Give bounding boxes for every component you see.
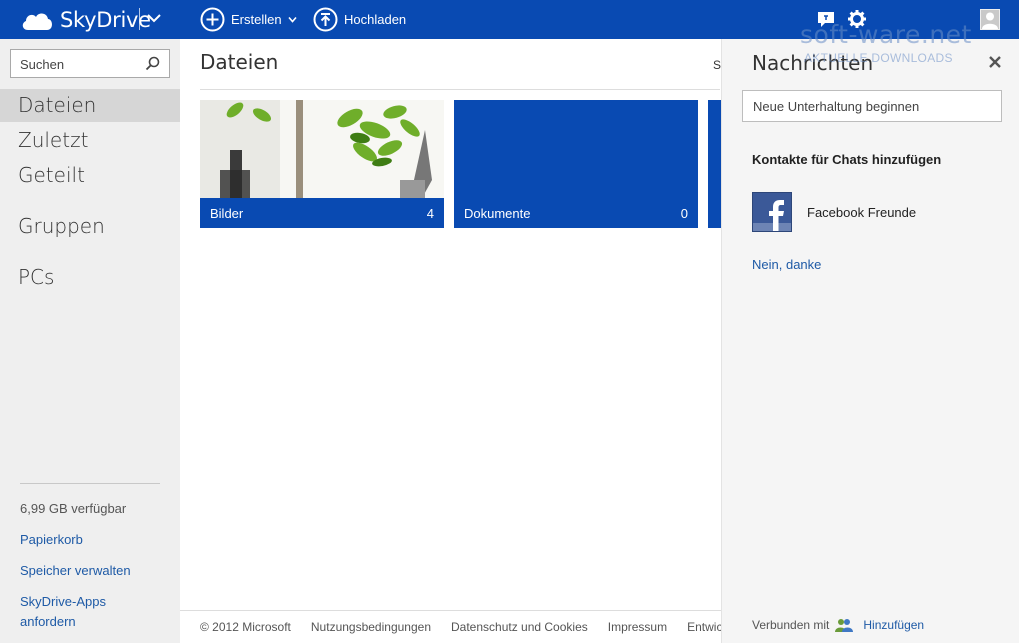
connected-with-label: Verbunden mit [752, 618, 830, 632]
tile-count: 0 [680, 205, 688, 221]
upload-button[interactable]: Hochladen [313, 6, 406, 33]
copyright-text: © 2012 Microsoft [200, 620, 291, 634]
close-icon[interactable] [987, 54, 1003, 70]
facebook-friends-option[interactable]: Facebook Freunde [752, 192, 916, 232]
storage-available: 6,99 GB verfügbar [20, 501, 127, 516]
brand-name: SkyDrive [60, 8, 151, 32]
facebook-icon [752, 192, 792, 232]
add-contacts-heading: Kontakte für Chats hinzufügen [752, 152, 942, 167]
add-connection-link[interactable]: Hinzufügen [863, 618, 924, 632]
tile-footer [708, 198, 721, 228]
brand-divider [139, 8, 140, 30]
chat-icon[interactable] [815, 8, 837, 30]
folder-tile-documents[interactable]: Dokumente 0 [454, 100, 698, 228]
footer-link-terms[interactable]: Nutzungsbedingungen [311, 620, 431, 634]
chevron-down-icon[interactable] [146, 10, 162, 26]
page-footer: © 2012 Microsoft Nutzungsbedingungen Dat… [180, 610, 721, 643]
sidebar-item-recent[interactable]: Zuletzt [0, 124, 180, 157]
new-conversation-placeholder: Neue Unterhaltung beginnen [753, 99, 920, 114]
facebook-friends-label: Facebook Freunde [807, 204, 917, 220]
get-apps-link[interactable]: SkyDrive-Apps anfordern [20, 592, 140, 632]
search-icon[interactable] [145, 56, 160, 71]
messages-panel: Nachrichten Neue Unterhaltung beginnen K… [721, 39, 1019, 643]
cloud-icon [22, 13, 52, 30]
tile-name: Dokumente [464, 205, 531, 221]
sidebar: Suchen Dateien Zuletzt Geteilt Gruppen P… [0, 39, 180, 643]
search-input[interactable]: Suchen [10, 49, 170, 78]
connected-with-row: Verbunden mit Hinzufügen [752, 617, 924, 633]
page-title: Dateien [200, 50, 279, 74]
sidebar-item-groups[interactable]: Gruppen [0, 210, 180, 243]
chevron-down-icon [287, 16, 297, 23]
sidebar-item-files[interactable]: Dateien [0, 89, 180, 122]
folder-tile-pictures[interactable]: Bilder 4 [200, 100, 444, 228]
recycle-bin-link[interactable]: Papierkorb [20, 530, 83, 550]
brand-logo[interactable]: SkyDrive [20, 6, 151, 34]
create-label: Erstellen [231, 12, 282, 27]
user-avatar-icon[interactable] [980, 9, 1000, 30]
top-bar: SkyDrive Erstellen Hochladen [0, 0, 1019, 39]
create-button[interactable]: Erstellen [200, 6, 297, 33]
plus-circle-icon [200, 7, 225, 32]
folder-thumbnail [200, 100, 444, 198]
footer-link-imprint[interactable]: Impressum [608, 620, 667, 634]
tile-count: 4 [426, 205, 434, 221]
people-icon [835, 619, 854, 632]
tile-footer: Bilder 4 [200, 198, 444, 228]
folder-tile-partial[interactable] [708, 100, 721, 228]
panel-title: Nachrichten [752, 51, 874, 75]
tile-footer: Dokumente 0 [454, 198, 698, 228]
title-divider [200, 89, 720, 90]
gear-icon[interactable] [846, 8, 868, 30]
footer-link-developers[interactable]: Entwic [687, 620, 721, 634]
footer-link-privacy[interactable]: Datenschutz und Cookies [451, 620, 588, 634]
search-placeholder: Suchen [20, 57, 65, 72]
manage-storage-link[interactable]: Speicher verwalten [20, 561, 131, 581]
tile-name: Bilder [210, 205, 244, 221]
new-conversation-input[interactable]: Neue Unterhaltung beginnen [742, 90, 1002, 122]
plant-photo-thumbnail [200, 100, 444, 198]
no-thanks-link[interactable]: Nein, danke [752, 257, 821, 272]
sidebar-divider [20, 483, 160, 484]
sidebar-item-pcs[interactable]: PCs [0, 261, 180, 294]
facebook-f-glyph [753, 200, 791, 231]
sidebar-item-shared[interactable]: Geteilt [0, 159, 180, 192]
user-silhouette-icon [982, 12, 998, 29]
upload-label: Hochladen [344, 12, 407, 27]
upload-circle-icon [313, 7, 338, 32]
